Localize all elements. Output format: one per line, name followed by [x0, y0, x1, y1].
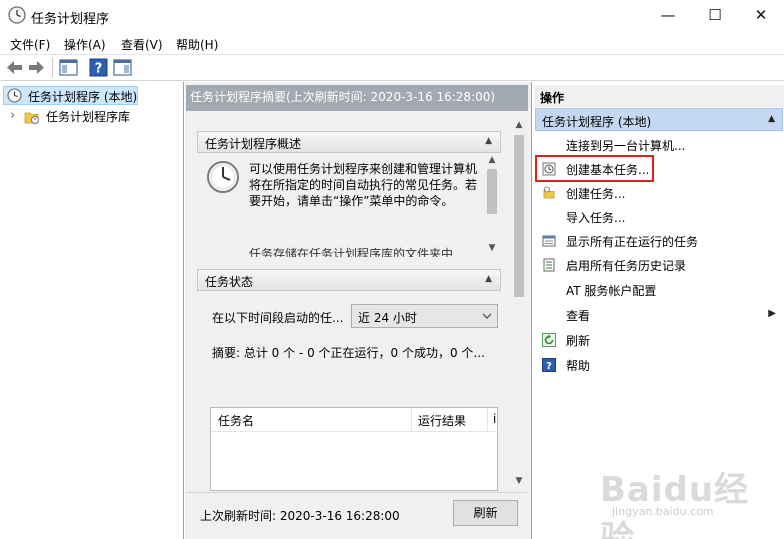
- action-label: 帮助: [566, 359, 591, 373]
- action-create-task[interactable]: 创建任务...: [540, 183, 780, 205]
- summary-header: 任务计划程序摘要(上次刷新时间: 2020-3-16 16:28:00): [186, 85, 528, 111]
- menu-bar: [0, 32, 784, 54]
- overview-text-more: 任务存储在任务计划程序库的文件夹中: [249, 247, 454, 257]
- chevron-down-icon: [482, 313, 492, 319]
- toolbar-separator: [52, 58, 53, 77]
- action-help[interactable]: ? 帮助: [540, 355, 780, 377]
- overview-section-header[interactable]: 任务计划程序概述 ▲: [197, 131, 501, 153]
- action-label: 启用所有任务历史记录: [566, 259, 687, 273]
- action-at-service-config[interactable]: AT 服务帐户配置: [540, 280, 780, 302]
- actions-group-label: 任务计划程序 (本地): [542, 115, 652, 129]
- summary-scroll-thumb[interactable]: [514, 135, 524, 297]
- baidu-watermark: Baidu经验: [600, 470, 750, 539]
- action-label: AT 服务帐户配置: [566, 284, 657, 298]
- scroll-down-arrow[interactable]: ▼: [511, 476, 527, 486]
- menu-view[interactable]: 查看(V): [121, 36, 163, 53]
- action-enable-history[interactable]: 启用所有任务历史记录: [540, 255, 780, 277]
- status-title: 任务状态: [205, 275, 254, 289]
- status-filter-label: 在以下时间段启动的任...: [212, 311, 344, 325]
- overview-scroll-up[interactable]: ▲: [484, 155, 500, 165]
- window-title: 任务计划程序: [31, 12, 110, 27]
- help-toolbar-icon[interactable]: ?: [88, 57, 109, 78]
- console-tree: [0, 82, 184, 539]
- task-scheduler-app-icon: [8, 6, 26, 24]
- tree-root-label: 任务计划程序 (本地): [28, 90, 138, 104]
- folder-clock-icon: [24, 112, 39, 124]
- action-import-task[interactable]: 导入任务...: [540, 207, 780, 229]
- action-label: 连接到另一台计算机...: [566, 139, 686, 153]
- overview-scroll-down[interactable]: ▼: [484, 243, 500, 253]
- column-divider: [487, 408, 488, 432]
- svg-text:?: ?: [546, 361, 552, 372]
- tree-item-task-library[interactable]: 任务计划程序库: [46, 108, 130, 125]
- collapse-status-icon[interactable]: ▲: [485, 274, 492, 284]
- action-label: 显示所有正在运行的任务: [566, 235, 699, 249]
- maximize-button[interactable]: ☐: [692, 0, 738, 30]
- history-icon: [543, 258, 555, 272]
- action-connect-computer[interactable]: 连接到另一台计算机...: [540, 135, 780, 157]
- menu-action[interactable]: 操作(A): [64, 36, 106, 53]
- action-show-running-tasks[interactable]: 显示所有正在运行的任务: [540, 231, 780, 253]
- menu-help[interactable]: 帮助(H): [176, 36, 218, 53]
- clock-icon: [7, 88, 22, 103]
- svg-text:?: ?: [95, 62, 103, 77]
- task-status-table: 任务名 运行结果 i: [210, 407, 498, 491]
- column-truncated[interactable]: i: [493, 412, 497, 426]
- actions-group-header[interactable]: 任务计划程序 (本地) ▲: [535, 108, 783, 131]
- overview-scroll-thumb[interactable]: [487, 169, 497, 214]
- scroll-up-arrow[interactable]: ▲: [511, 120, 527, 130]
- action-label: 查看: [566, 309, 591, 323]
- time-range-select[interactable]: 近 24 小时: [351, 304, 498, 328]
- running-tasks-icon: [542, 235, 556, 247]
- overview-title: 任务计划程序概述: [205, 137, 302, 151]
- refresh-button[interactable]: 刷新: [453, 500, 518, 526]
- overview-text: 可以使用任务计划程序来创建和管理计算机将在所指定的时间自动执行的常见任务。若要开…: [249, 162, 478, 208]
- action-label: 导入任务...: [566, 211, 626, 225]
- column-run-result[interactable]: 运行结果: [418, 412, 466, 429]
- action-label: 创建任务...: [566, 187, 626, 201]
- scheduler-clock-icon: [207, 161, 239, 193]
- back-icon[interactable]: [4, 57, 25, 78]
- close-button[interactable]: ✕: [738, 0, 784, 30]
- collapse-actions-icon[interactable]: ▲: [768, 114, 775, 124]
- time-range-value: 近 24 小时: [358, 311, 417, 325]
- overview-body: 可以使用任务计划程序来创建和管理计算机将在所指定的时间自动执行的常见任务。若要开…: [197, 153, 501, 257]
- red-highlight-box: [535, 155, 654, 182]
- status-summary: 摘要: 总计 0 个 - 0 个正在运行，0 个成功，0 个...: [212, 346, 485, 360]
- collapse-overview-icon[interactable]: ▲: [485, 136, 492, 146]
- status-section-header[interactable]: 任务状态 ▲: [197, 269, 501, 291]
- column-divider: [411, 408, 412, 432]
- last-refresh-time: 上次刷新时间: 2020-3-16 16:28:00: [200, 509, 400, 523]
- action-label: 刷新: [566, 334, 591, 348]
- refresh-icon: [542, 333, 556, 347]
- baidu-watermark-url: jingyan.baidu.com: [612, 505, 714, 518]
- create-task-icon: [543, 186, 555, 199]
- tree-expander-icon[interactable]: ›: [10, 108, 15, 123]
- help-icon: ?: [542, 358, 556, 372]
- forward-icon[interactable]: [26, 57, 47, 78]
- minimize-button[interactable]: —: [645, 0, 691, 30]
- action-view-submenu[interactable]: 查看 ▶: [540, 305, 780, 327]
- show-hide-console-tree-icon[interactable]: [58, 57, 79, 78]
- menu-file[interactable]: 文件(F): [10, 36, 50, 53]
- actions-title: 操作: [534, 85, 784, 107]
- column-task-name[interactable]: 任务名: [218, 412, 254, 429]
- submenu-arrow-icon: ▶: [768, 308, 776, 319]
- show-hide-action-pane-icon[interactable]: [112, 57, 133, 78]
- action-refresh[interactable]: 刷新: [540, 330, 780, 352]
